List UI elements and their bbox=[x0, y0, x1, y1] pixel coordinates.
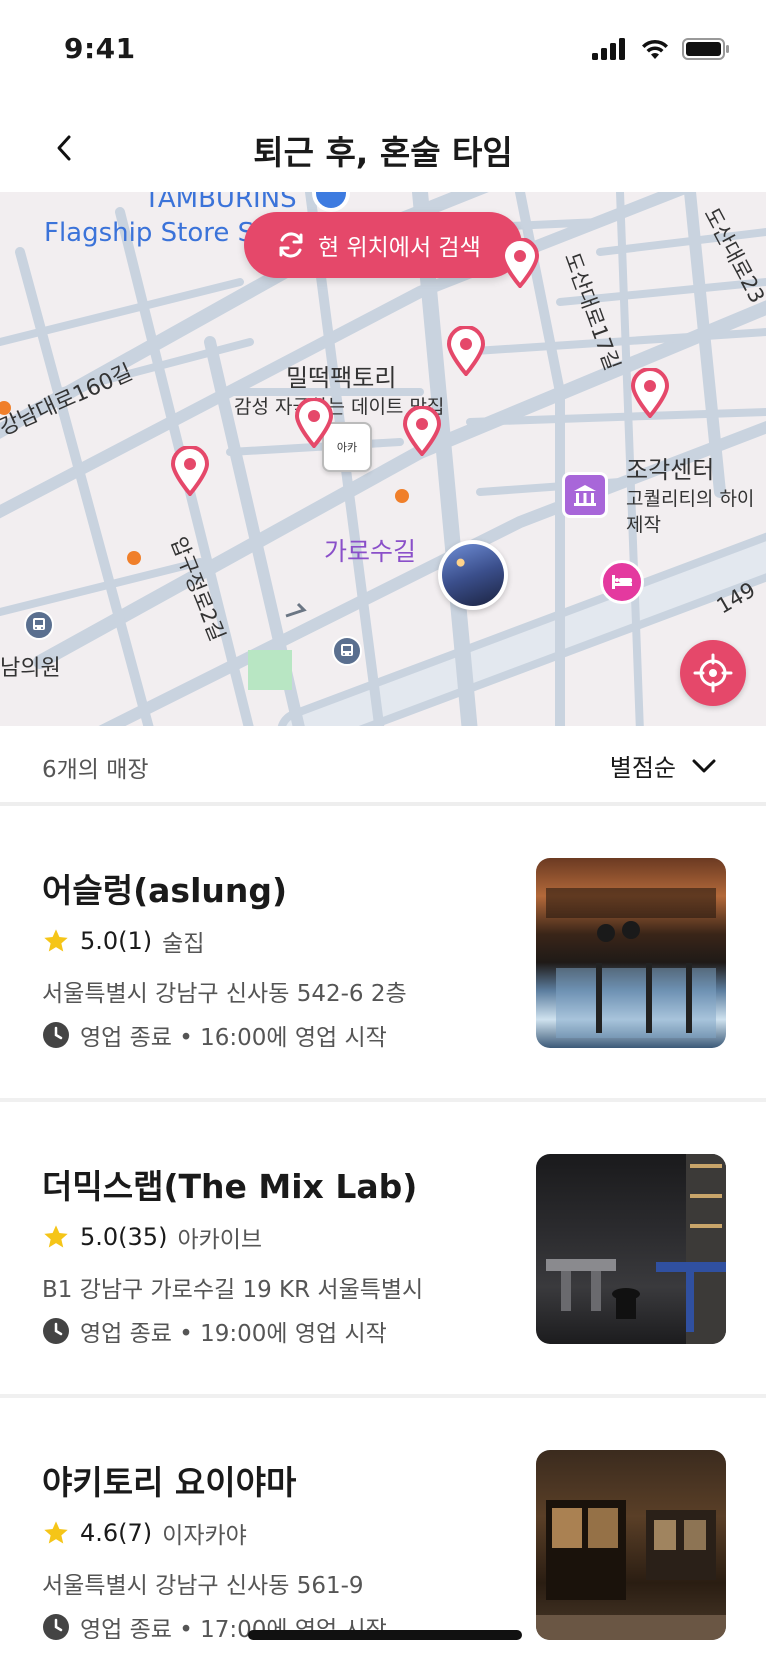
store-rating-row: 4.6(7) 이자카야 bbox=[42, 1516, 247, 1550]
crosshair-icon bbox=[693, 653, 733, 693]
status-time: 9:41 bbox=[64, 32, 136, 65]
store-rating: 5.0(1) bbox=[80, 927, 153, 955]
search-here-button[interactable]: 현 위치에서 검색 bbox=[244, 212, 522, 278]
bus-icon[interactable] bbox=[332, 636, 362, 666]
map-pin-icon[interactable] bbox=[500, 238, 540, 288]
store-hours: 영업 종료 • 19:00에 영업 시작 bbox=[80, 1321, 387, 1347]
hotel-icon[interactable] bbox=[600, 560, 644, 604]
refresh-icon bbox=[279, 232, 303, 258]
map-label-milddeok: 밀떡팩토리 bbox=[286, 364, 397, 392]
map-pin-icon[interactable] bbox=[294, 398, 334, 448]
map-view[interactable]: TAMBURINS Flagship Store S 강남대로160길 밀떡팩토… bbox=[0, 192, 766, 726]
star-icon bbox=[44, 1225, 68, 1248]
museum-icon[interactable] bbox=[562, 472, 608, 518]
sort-dropdown[interactable]: 별점순 bbox=[610, 748, 716, 783]
store-photo[interactable] bbox=[536, 1154, 726, 1344]
nav-bar: 퇴근 후, 혼술 타임 bbox=[0, 104, 766, 192]
my-location-button[interactable] bbox=[680, 640, 746, 706]
chevron-down-icon bbox=[692, 759, 716, 772]
map-pin-icon[interactable] bbox=[402, 406, 442, 456]
store-name: 야키토리 요이야마 bbox=[42, 1463, 297, 1502]
store-hours-row: 영업 종료 • 19:00에 영업 시작 bbox=[42, 1314, 387, 1348]
map-label-tamburins-store: Flagship Store S bbox=[44, 218, 255, 248]
map-label-sculpture: 조각센터 bbox=[626, 456, 715, 484]
store-rating: 4.6(7) bbox=[80, 1519, 153, 1547]
store-photo[interactable] bbox=[536, 858, 726, 1048]
home-indicator bbox=[248, 1630, 522, 1640]
map-label-tamburins: TAMBURINS bbox=[144, 192, 297, 214]
store-rating-row: 5.0(35) 아카이브 bbox=[42, 1220, 262, 1254]
store-address: 서울특별시 강남구 신사동 542-6 2층 bbox=[42, 981, 407, 1007]
map-label-sculpture-sub1: 고퀄리티의 하이 bbox=[626, 488, 755, 510]
store-name: 어슬렁(aslung) bbox=[42, 871, 288, 910]
place-photo-thumb bbox=[442, 544, 504, 606]
store-card[interactable]: 어슬렁(aslung) 5.0(1) 술집 서울특별시 강남구 신사동 542-… bbox=[0, 806, 766, 1102]
map-pin-icon[interactable] bbox=[630, 368, 670, 418]
store-hours: 영업 종료 • 16:00에 영업 시작 bbox=[80, 1025, 387, 1051]
store-hours-row: 영업 종료 • 16:00에 영업 시작 bbox=[42, 1018, 387, 1052]
clock-icon bbox=[43, 1614, 69, 1640]
store-count: 6개의 매장 bbox=[42, 757, 149, 783]
store-photo[interactable] bbox=[536, 1450, 726, 1640]
status-bar: 9:41 bbox=[0, 0, 766, 104]
store-category: 이자카야 bbox=[162, 1523, 247, 1549]
clock-icon bbox=[43, 1022, 69, 1048]
store-rating-row: 5.0(1) 술집 bbox=[42, 924, 205, 958]
place-photo-marker[interactable] bbox=[438, 540, 508, 610]
map-label-sculpture-sub2: 제작 bbox=[626, 514, 661, 536]
bus-icon[interactable] bbox=[24, 610, 54, 640]
store-category: 술집 bbox=[162, 931, 205, 957]
map-pin-icon[interactable] bbox=[170, 446, 210, 496]
wifi-icon bbox=[642, 39, 668, 59]
shop-sign-text: 아카 bbox=[336, 441, 358, 454]
search-here-label: 현 위치에서 검색 bbox=[318, 235, 481, 261]
star-icon bbox=[44, 929, 68, 952]
store-name: 더믹스랩(The Mix Lab) bbox=[42, 1167, 418, 1206]
store-rating: 5.0(35) bbox=[80, 1223, 168, 1251]
star-icon bbox=[44, 1521, 68, 1544]
map-pin-icon[interactable] bbox=[446, 326, 486, 376]
store-address: 서울특별시 강남구 신사동 561-9 bbox=[42, 1573, 364, 1599]
store-address: B1 강남구 가로수길 19 KR 서울특별시 bbox=[42, 1277, 424, 1303]
page-title: 퇴근 후, 혼술 타임 bbox=[253, 133, 513, 172]
map-label-garosu: 가로수길 bbox=[324, 537, 417, 566]
list-header: 6개의 매장 별점순 bbox=[0, 726, 766, 806]
status-icons bbox=[592, 38, 730, 60]
sort-label: 별점순 bbox=[609, 754, 676, 782]
store-card[interactable]: 더믹스랩(The Mix Lab) 5.0(35) 아카이브 B1 강남구 가로… bbox=[0, 1102, 766, 1398]
clock-icon bbox=[43, 1318, 69, 1344]
store-category: 아카이브 bbox=[177, 1227, 263, 1253]
battery-icon bbox=[682, 38, 729, 60]
map-label-clinic: 남의원 bbox=[0, 656, 61, 681]
signal-icon bbox=[592, 38, 625, 60]
store-card[interactable]: 야키토리 요이야마 4.6(7) 이자카야 서울특별시 강남구 신사동 561-… bbox=[0, 1398, 766, 1657]
